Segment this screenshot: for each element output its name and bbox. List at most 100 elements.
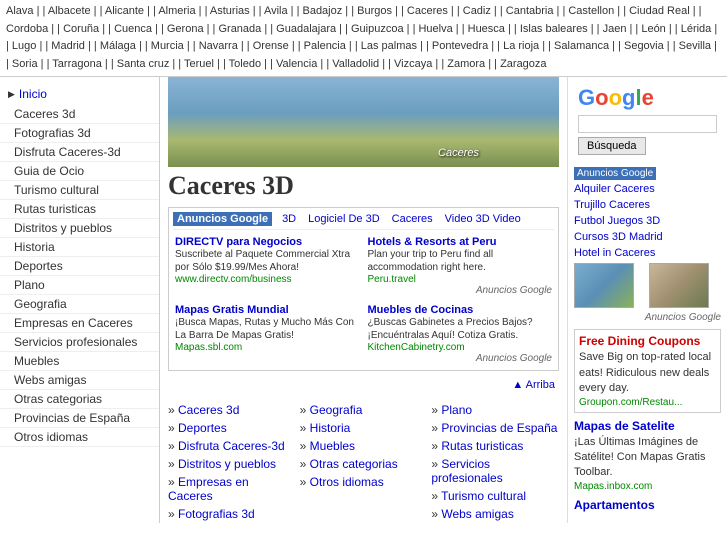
topnav-item[interactable]: Sevilla bbox=[679, 40, 711, 52]
topnav-item[interactable]: Badajoz bbox=[302, 5, 342, 17]
topnav-item[interactable]: Palencia bbox=[304, 40, 346, 52]
topnav-item[interactable]: La rioja bbox=[503, 40, 539, 52]
bottom-link[interactable]: Disfruta Caceres-3d bbox=[168, 439, 285, 453]
bottom-link[interactable]: Deportes bbox=[168, 421, 227, 435]
promo-url[interactable]: Groupon.com/Restau... bbox=[579, 397, 716, 408]
topnav-item[interactable]: Gerona bbox=[167, 23, 204, 35]
topnav-item[interactable]: Pontevedra bbox=[432, 40, 488, 52]
sidebar-item[interactable]: Provincias de España bbox=[0, 409, 159, 428]
topnav-item[interactable]: Avila bbox=[264, 5, 288, 17]
topnav-item[interactable]: Caceres bbox=[407, 5, 448, 17]
topnav-item[interactable]: Cantabria bbox=[506, 5, 554, 17]
topnav-item[interactable]: Orense bbox=[253, 40, 289, 52]
sidebar-item-link[interactable]: Plano bbox=[14, 278, 45, 292]
right-ad-link[interactable]: Hotel in Caceres bbox=[574, 247, 655, 259]
sidebar-item-link[interactable]: Caceres 3d bbox=[14, 107, 75, 121]
topnav-item[interactable]: Málaga bbox=[100, 40, 136, 52]
sidebar-item[interactable]: Plano bbox=[0, 276, 159, 295]
right-ad-link[interactable]: Trujillo Caceres bbox=[574, 199, 650, 211]
sidebar-item-link[interactable]: Muebles bbox=[14, 354, 59, 368]
topnav-item[interactable]: Navarra bbox=[199, 40, 238, 52]
bottom-link[interactable]: Rutas turisticas bbox=[431, 439, 523, 453]
topnav-item[interactable]: Cadiz bbox=[463, 5, 491, 17]
sidebar-item-link[interactable]: Fotografias 3d bbox=[14, 126, 91, 140]
arriba-link[interactable]: ▲ Arriba bbox=[168, 377, 559, 393]
topnav-item[interactable]: Huelva bbox=[418, 23, 452, 35]
topnav-item[interactable]: Alava bbox=[6, 5, 34, 17]
topnav-item[interactable]: Zamora bbox=[447, 58, 485, 70]
sidebar-item[interactable]: Turismo cultural bbox=[0, 181, 159, 200]
topnav-item[interactable]: Burgos bbox=[357, 5, 392, 17]
topnav-item[interactable]: Cuenca bbox=[114, 23, 152, 35]
google-search-input[interactable] bbox=[578, 115, 717, 133]
sidebar-item[interactable]: Webs amigas bbox=[0, 371, 159, 390]
topnav-item[interactable]: Islas baleares bbox=[520, 23, 588, 35]
topnav-item[interactable]: Almeria bbox=[158, 5, 195, 17]
promo-title[interactable]: Free Dining Coupons bbox=[579, 334, 716, 348]
topnav-item[interactable]: Guadalajara bbox=[276, 23, 336, 35]
right-ad-link[interactable]: Cursos 3D Madrid bbox=[574, 231, 663, 243]
topnav-item[interactable]: Cordoba bbox=[6, 23, 48, 35]
topnav-item[interactable]: Jaen bbox=[603, 23, 627, 35]
right-ad-link[interactable]: Alquiler Caceres bbox=[574, 183, 655, 195]
sidebar-item-link[interactable]: Servicios profesionales bbox=[14, 335, 137, 349]
topnav-item[interactable]: Valladolid bbox=[332, 58, 379, 70]
topnav-item[interactable]: Albacete bbox=[48, 5, 91, 17]
bottom-link[interactable]: Muebles bbox=[300, 439, 355, 453]
topnav-item[interactable]: Huesca bbox=[468, 23, 505, 35]
map-box-title[interactable]: Mapas de Satelite bbox=[574, 419, 721, 433]
ad-4-title[interactable]: Muebles de Cocinas bbox=[368, 304, 553, 316]
sidebar-item-link[interactable]: Historia bbox=[14, 240, 55, 254]
topnav-item[interactable]: Santa cruz bbox=[117, 58, 170, 70]
sidebar-item-link[interactable]: Otros idiomas bbox=[14, 430, 88, 444]
bottom-link[interactable]: Otras categorias bbox=[300, 457, 398, 471]
bottom-link[interactable]: Servicios profesionales bbox=[431, 457, 502, 485]
sidebar-item-link[interactable]: Distritos y pueblos bbox=[14, 221, 112, 235]
ads-header-link[interactable]: 3D bbox=[282, 213, 296, 225]
sidebar-item-link[interactable]: Guia de Ocio bbox=[14, 164, 84, 178]
bottom-link[interactable]: Geografia bbox=[300, 403, 363, 417]
ad-1-title[interactable]: DIRECTV para Negocios bbox=[175, 236, 360, 248]
bottom-link[interactable]: Provincias de España bbox=[431, 421, 557, 435]
topnav-item[interactable]: Murcia bbox=[151, 40, 184, 52]
sidebar-item-link[interactable]: Empresas en Caceres bbox=[14, 316, 133, 330]
sidebar-item-link[interactable]: Otras categorias bbox=[14, 392, 102, 406]
topnav-item[interactable]: Zaragoza bbox=[500, 58, 546, 70]
sidebar-item[interactable]: Deportes bbox=[0, 257, 159, 276]
sidebar-item[interactable]: Fotografias 3d bbox=[0, 124, 159, 143]
sidebar-inicio[interactable]: Inicio bbox=[0, 83, 159, 105]
sidebar-item[interactable]: Rutas turisticas bbox=[0, 200, 159, 219]
topnav-item[interactable]: Asturias bbox=[210, 5, 250, 17]
sidebar-item-link[interactable]: Provincias de España bbox=[14, 411, 130, 425]
bottom-link[interactable]: Caceres 3d bbox=[168, 403, 239, 417]
topnav-item[interactable]: Castellon bbox=[568, 5, 614, 17]
sidebar-item-link[interactable]: Turismo cultural bbox=[14, 183, 99, 197]
sidebar-item[interactable]: Guia de Ocio bbox=[0, 162, 159, 181]
topnav-item[interactable]: Ciudad Real bbox=[629, 5, 690, 17]
topnav-item[interactable]: Salamanca bbox=[554, 40, 609, 52]
sidebar-item[interactable]: Disfruta Caceres-3d bbox=[0, 143, 159, 162]
map-box-url[interactable]: Mapas.inbox.com bbox=[574, 481, 721, 492]
sidebar-item-link[interactable]: Webs amigas bbox=[14, 373, 86, 387]
bottom-link[interactable]: Otros idiomas bbox=[300, 475, 384, 489]
topnav-item[interactable]: Las palmas bbox=[361, 40, 417, 52]
topnav-item[interactable]: Coruña bbox=[63, 23, 99, 35]
sidebar-item[interactable]: Distritos y pueblos bbox=[0, 219, 159, 238]
ad-3-title[interactable]: Mapas Gratis Mundial bbox=[175, 304, 360, 316]
topnav-item[interactable]: León bbox=[641, 23, 665, 35]
topnav-item[interactable]: Vizcaya bbox=[394, 58, 432, 70]
topnav-item[interactable]: Tarragona bbox=[52, 58, 102, 70]
topnav-item[interactable]: Guipuzcoa bbox=[351, 23, 404, 35]
topnav-item[interactable]: Alicante bbox=[105, 5, 144, 17]
bottom-link[interactable]: Historia bbox=[300, 421, 351, 435]
bottom-link[interactable]: Turismo cultural bbox=[431, 489, 526, 503]
sidebar-item[interactable]: Historia bbox=[0, 238, 159, 257]
sidebar-item-link[interactable]: Disfruta Caceres-3d bbox=[14, 145, 121, 159]
topnav-item[interactable]: Segovia bbox=[624, 40, 664, 52]
ads-header-link[interactable]: Caceres bbox=[392, 213, 433, 225]
sidebar-item[interactable]: Muebles bbox=[0, 352, 159, 371]
sidebar-item-link[interactable]: Rutas turisticas bbox=[14, 202, 96, 216]
sidebar-inicio-link[interactable]: Inicio bbox=[19, 87, 47, 101]
bottom-link[interactable]: Webs amigas bbox=[431, 507, 514, 521]
topnav-item[interactable]: Teruel bbox=[184, 58, 214, 70]
